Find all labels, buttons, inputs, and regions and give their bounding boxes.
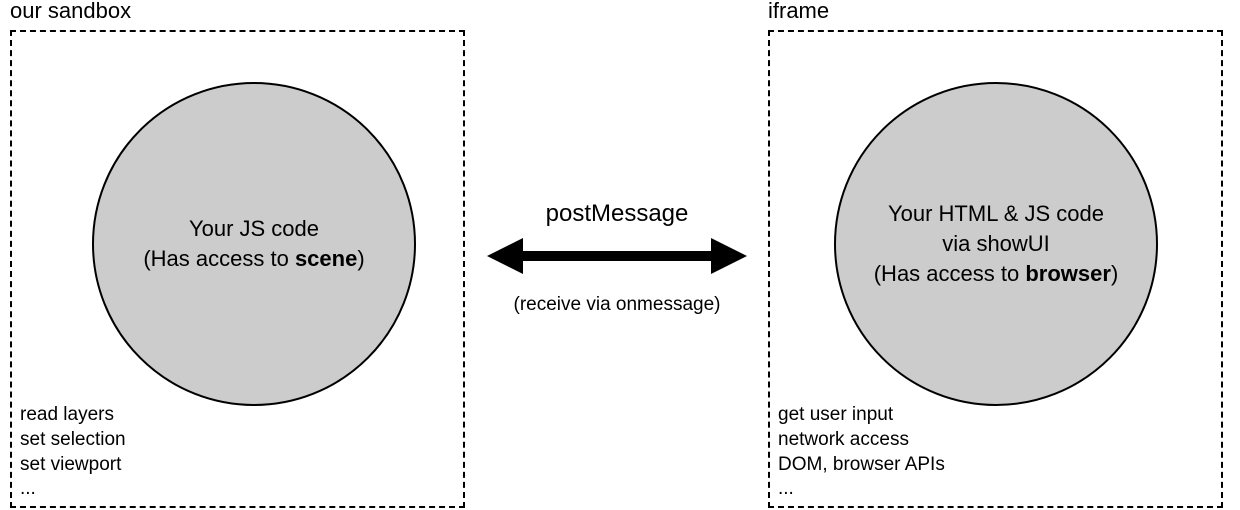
- sandbox-box-title: our sandbox: [10, 0, 131, 22]
- iframe-circle-line1: Your HTML & JS code: [888, 201, 1104, 226]
- iframe-circle: Your HTML & JS code via showUI (Has acce…: [834, 82, 1158, 406]
- iframe-box-title: iframe: [768, 0, 829, 22]
- onmessage-label: (receive via onmessage): [470, 294, 764, 316]
- iframe-circle-line3-pre: (Has access to: [874, 261, 1026, 286]
- sandbox-circle: Your JS code (Has access to scene): [92, 82, 416, 406]
- sandbox-capability: ...: [20, 477, 126, 502]
- sandbox-circle-line2-bold: scene: [295, 246, 357, 271]
- sandbox-capability: read layers: [20, 403, 126, 428]
- iframe-circle-label: Your HTML & JS code via showUI (Has acce…: [856, 199, 1137, 288]
- iframe-circle-line2: via showUI: [942, 231, 1050, 256]
- sandbox-capabilities-list: read layers set selection set viewport .…: [12, 403, 126, 502]
- diagram-stage: our sandbox iframe read layers set selec…: [0, 0, 1240, 510]
- sandbox-circle-line2-post: ): [357, 246, 364, 271]
- iframe-capability: ...: [778, 477, 945, 502]
- sandbox-circle-line1: Your JS code: [189, 216, 319, 241]
- iframe-capability: get user input: [778, 403, 945, 428]
- sandbox-capability: set viewport: [20, 453, 126, 478]
- iframe-circle-line3-post: ): [1111, 261, 1118, 286]
- iframe-capabilities-list: get user input network access DOM, brows…: [770, 403, 945, 502]
- sandbox-circle-line2-pre: (Has access to: [143, 246, 295, 271]
- iframe-circle-line3-bold: browser: [1025, 261, 1111, 286]
- sandbox-capability: set selection: [20, 428, 126, 453]
- double-arrow-wrap: [470, 236, 764, 276]
- postmessage-label: postMessage: [470, 200, 764, 228]
- iframe-capability: network access: [778, 428, 945, 453]
- iframe-capability: DOM, browser APIs: [778, 453, 945, 478]
- double-arrow-icon: [487, 236, 747, 276]
- sandbox-circle-label: Your JS code (Has access to scene): [125, 214, 382, 273]
